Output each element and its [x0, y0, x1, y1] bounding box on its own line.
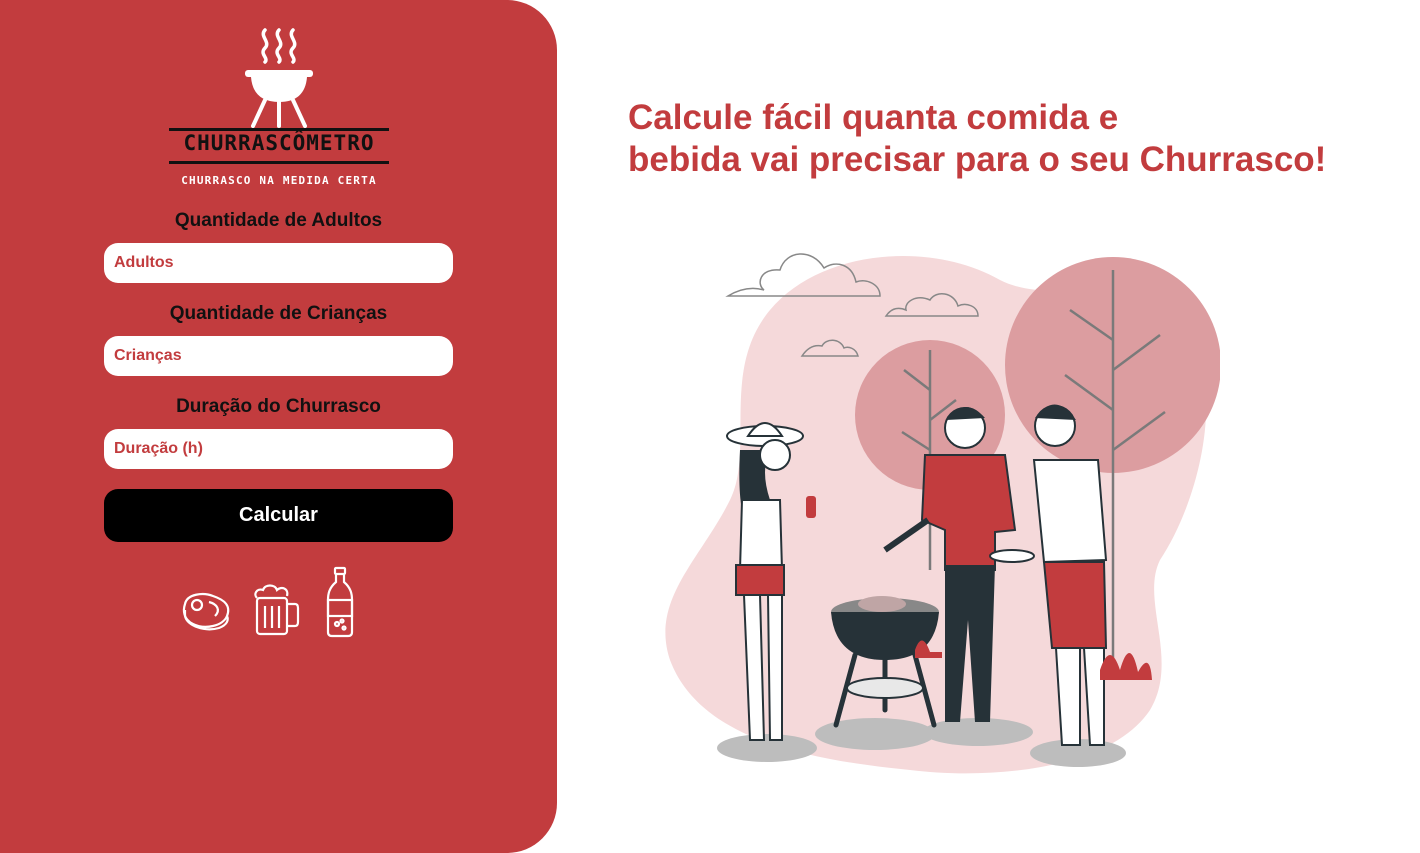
soda-bottle-icon	[326, 566, 354, 638]
sidebar: CHURRASCÔMETRO CHURRASCO NA MEDIDA CERTA…	[0, 0, 557, 853]
logo: CHURRASCÔMETRO CHURRASCO NA MEDIDA CERTA	[165, 26, 393, 196]
duration-input[interactable]	[104, 429, 453, 469]
steak-icon	[182, 593, 230, 631]
adults-label: Quantidade de Adultos	[174, 210, 383, 231]
headline-line-2: bebida vai precisar para o seu Churrasco…	[628, 140, 1327, 179]
logo-subtitle: CHURRASCO NA MEDIDA CERTA	[181, 174, 377, 187]
children-input[interactable]	[104, 336, 453, 376]
children-label: Quantidade de Crianças	[169, 303, 388, 324]
logo-title: CHURRASCÔMETRO	[183, 131, 375, 155]
headline-line-1: Calcule fácil quanta comida e	[628, 98, 1119, 137]
duration-label: Duração do Churrasco	[176, 396, 381, 417]
headline: Calcule fácil quanta comida e bebida vai…	[628, 97, 1388, 181]
calculate-button[interactable]: Calcular	[104, 489, 453, 542]
barbecue-illustration	[665, 253, 1220, 774]
grill-logo-icon	[245, 28, 313, 128]
beer-mug-icon	[254, 584, 300, 636]
logo-rule-bottom	[169, 161, 389, 164]
adults-input[interactable]	[104, 243, 453, 283]
